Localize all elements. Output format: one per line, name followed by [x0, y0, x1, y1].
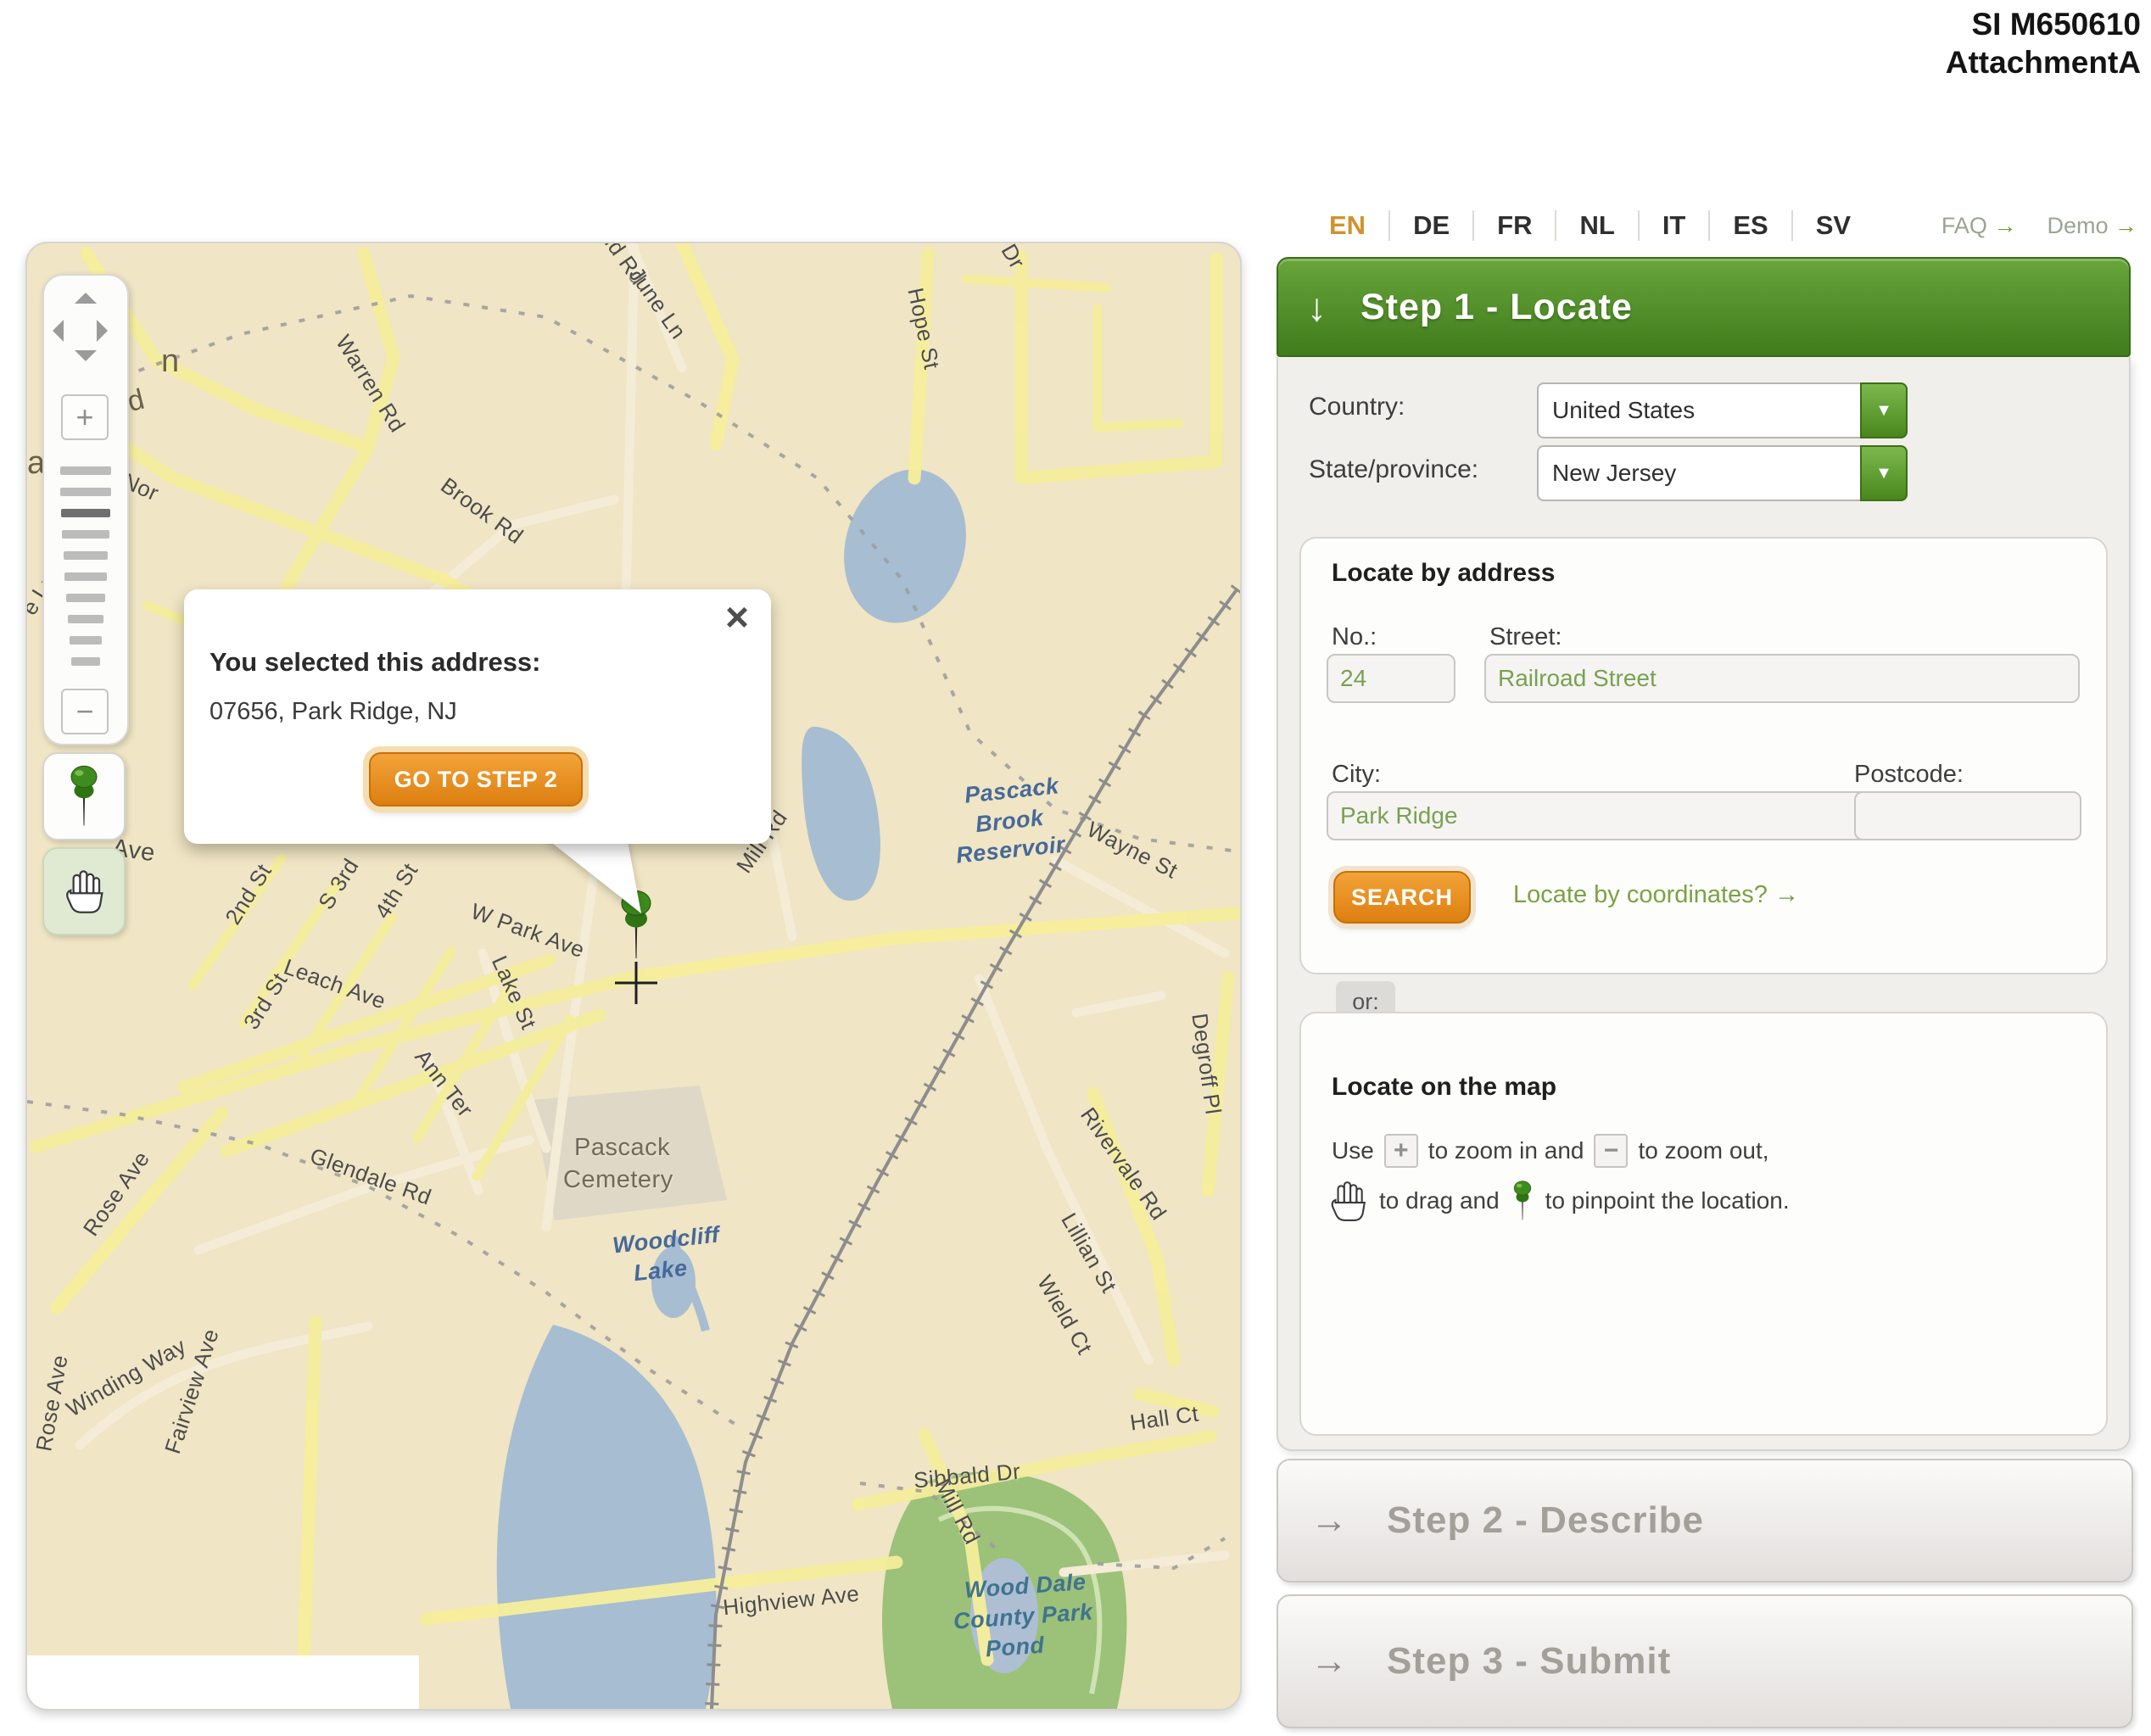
map-label: Pascack [574, 1134, 670, 1162]
zoom-slider-step[interactable] [62, 530, 109, 539]
instr-zoom-in: to zoom in and [1428, 1137, 1584, 1164]
faq-link[interactable]: FAQ → [1941, 213, 2017, 239]
pushpin-icon [1510, 1181, 1535, 1221]
lang-tab-sv[interactable]: SV [1791, 210, 1874, 241]
map-label: Pond [985, 1633, 1045, 1663]
lang-tab-fr[interactable]: FR [1472, 210, 1555, 241]
close-icon[interactable]: × [725, 594, 749, 641]
arrow-right-icon: → [2115, 213, 2137, 238]
zoom-slider-step[interactable] [68, 615, 103, 623]
pan-up-icon[interactable] [75, 293, 97, 304]
pushpin-marker-icon[interactable] [614, 881, 658, 969]
zoom-slider-step[interactable] [60, 488, 111, 496]
step1-title: Step 1 - Locate [1360, 287, 1633, 328]
step2-title: Step 2 - Describe [1387, 1499, 1704, 1542]
house-number-input[interactable] [1327, 654, 1455, 703]
arrow-right-icon: → [1993, 213, 2016, 238]
pushpin-icon [64, 765, 103, 828]
demo-link[interactable]: Demo → [2047, 213, 2137, 239]
chevron-down-icon[interactable]: ▼ [1860, 382, 1908, 438]
instruction-line1: Use + to zoom in and − to zoom out, [1332, 1134, 1769, 1168]
lang-tab-de[interactable]: DE [1388, 210, 1472, 241]
plus-icon: + [1384, 1134, 1418, 1168]
minus-icon: − [1594, 1134, 1628, 1168]
pan-right-icon[interactable] [97, 320, 108, 342]
step2-header[interactable]: → Step 2 - Describe [1277, 1459, 2133, 1582]
country-value: United States [1552, 397, 1695, 424]
hand-icon [61, 868, 107, 914]
hand-icon [1327, 1180, 1369, 1222]
state-label: State/province: [1309, 455, 1478, 484]
demo-label: Demo [2047, 213, 2108, 238]
pan-left-icon[interactable] [53, 320, 64, 342]
lang-tab-es[interactable]: ES [1708, 210, 1791, 241]
locate-by-coordinates-link[interactable]: Locate by coordinates? → [1513, 881, 1799, 909]
address-box-title: Locate by address [1332, 559, 1555, 588]
step1-body: Country: United States ▼ State/province:… [1277, 357, 2131, 1451]
instruction-line2: to drag and to pinpoint the location. [1327, 1180, 1790, 1222]
arrow-right-icon: → [1310, 1499, 1348, 1542]
locate-by-address-box: Locate by address No.: Street: City: Pos… [1299, 537, 2108, 974]
coords-link-label: Locate by coordinates? [1513, 881, 1768, 908]
pan-down-icon[interactable] [75, 350, 97, 361]
step1-panel: ↓ Step 1 - Locate Country: United States… [1277, 257, 2131, 1451]
map-popup: × You selected this address: 07656, Park… [184, 589, 771, 844]
step1-header[interactable]: ↓ Step 1 - Locate [1277, 257, 2131, 357]
zoom-slider-step[interactable] [66, 594, 105, 602]
popup-address: 07656, Park Ridge, NJ [210, 698, 457, 726]
zoom-slider-step[interactable] [64, 572, 107, 581]
map-label: Cemetery [563, 1166, 673, 1194]
postcode-label: Postcode: [1854, 761, 1964, 789]
go-to-step2-button[interactable]: GO TO STEP 2 [369, 752, 583, 807]
down-arrow-icon: ↓ [1307, 284, 1327, 330]
map-box-title: Locate on the map [1332, 1073, 1556, 1102]
instr-zoom-out: to zoom out, [1638, 1137, 1768, 1164]
instr-drag: to drag and [1379, 1187, 1500, 1214]
city-input[interactable] [1327, 791, 1871, 840]
zoom-slider-step[interactable] [60, 466, 111, 475]
map-label: Lake [633, 1255, 689, 1287]
map-canvas[interactable]: and Rd June Ln Dr Hope St Warren Rd Broo… [25, 242, 1242, 1711]
zoom-in-button[interactable]: + [61, 394, 109, 440]
postcode-input[interactable] [1854, 791, 2081, 840]
step3-title: Step 3 - Submit [1387, 1640, 1671, 1683]
state-value: New Jersey [1552, 460, 1676, 487]
zoom-out-button[interactable]: − [61, 689, 109, 734]
street-label: Street: [1489, 623, 1562, 651]
no-label: No.: [1332, 623, 1377, 651]
chevron-down-icon[interactable]: ▼ [1860, 445, 1908, 501]
language-bar: EN DE FR NL IT ES SV FAQ → Demo → [1306, 202, 2137, 249]
search-button[interactable]: SEARCH [1333, 871, 1471, 924]
street-input[interactable] [1484, 654, 2080, 703]
lang-tab-en[interactable]: EN [1306, 210, 1388, 241]
instr-use: Use [1332, 1137, 1374, 1164]
map-label: n [161, 343, 180, 380]
document-reference: SI M650610 AttachmentA [1946, 5, 2141, 81]
step3-header[interactable]: → Step 3 - Submit [1277, 1594, 2133, 1728]
doc-ref-line1: SI M650610 [1946, 5, 2141, 43]
zoom-slider-step[interactable] [64, 551, 108, 560]
lang-tab-nl[interactable]: NL [1555, 210, 1637, 241]
pinpoint-tool-button[interactable] [42, 752, 126, 840]
country-label: Country: [1309, 393, 1405, 421]
faq-label: FAQ [1941, 213, 1987, 238]
map-zoom-control: + − [42, 274, 129, 745]
city-label: City: [1332, 761, 1381, 789]
drag-hand-tool-button[interactable] [42, 847, 126, 935]
lang-tab-it[interactable]: IT [1638, 210, 1709, 241]
arrow-right-icon: → [1310, 1640, 1348, 1683]
locate-on-map-box: Locate on the map Use + to zoom in and −… [1299, 1012, 2108, 1436]
lang-links: FAQ → Demo → [1941, 213, 2137, 239]
popup-title: You selected this address: [210, 647, 541, 678]
zoom-slider-handle[interactable] [61, 509, 110, 517]
arrow-right-icon: → [1774, 881, 1799, 908]
state-select[interactable]: New Jersey ▼ [1537, 445, 1908, 501]
instr-pinpoint: to pinpoint the location. [1545, 1187, 1790, 1214]
doc-ref-line2: AttachmentA [1946, 43, 2141, 81]
page: SI M650610 AttachmentA [0, 0, 2151, 1736]
country-select[interactable]: United States ▼ [1537, 382, 1908, 438]
zoom-slider-step[interactable] [70, 636, 102, 645]
zoom-slider-step[interactable] [71, 657, 100, 666]
